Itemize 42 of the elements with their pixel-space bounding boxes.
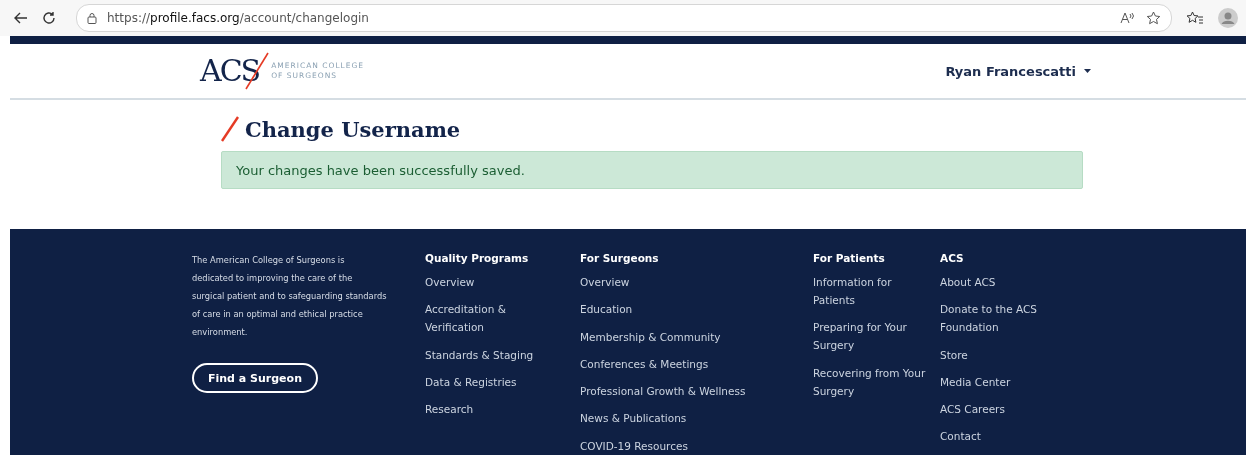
footer-link[interactable]: Media Center	[940, 372, 1080, 391]
footer-link[interactable]: Accreditation & Verification	[425, 300, 580, 337]
star-icon[interactable]	[1146, 11, 1161, 25]
footer-link[interactable]: Overview	[425, 273, 580, 291]
footer-link[interactable]: About ACS	[940, 273, 1080, 291]
page-title: Change Username	[245, 116, 461, 142]
about-text: The American College of Surgeons is dedicated to improving the care of the surgical patient and to safeguarding standards of care in an optimal and ethical practice environment.	[192, 254, 387, 339]
address-bar[interactable]: https://profile.facs.org/account/changelogin	[76, 4, 1172, 32]
footer-link[interactable]: News & Publications	[580, 409, 813, 428]
footer-link[interactable]: Donate to the ACS Foundation	[940, 300, 1080, 337]
caret-icon	[1084, 69, 1091, 73]
footer-link[interactable]: Store	[940, 345, 1080, 364]
footer-heading: For Surgeons	[580, 251, 660, 265]
logo-mark: ACS	[200, 56, 260, 86]
url-text: https://profile.facs.org/account/changelogin	[107, 11, 369, 25]
find-surgeon-button[interactable]: Find a Surgeon	[192, 363, 318, 393]
footer-link[interactable]: Contact	[940, 427, 1080, 446]
footer-link[interactable]: Membership & Community	[580, 327, 813, 346]
footer-link[interactable]: Overview	[580, 273, 813, 291]
footer-link[interactable]: Information for Patients	[813, 273, 940, 309]
lock-icon[interactable]	[87, 12, 97, 24]
profile-avatar-icon[interactable]	[1218, 8, 1238, 28]
footer-link[interactable]: Preparing for Your Surgery	[813, 318, 940, 355]
footer-link[interactable]: Data & Registries	[425, 372, 580, 391]
footer-link[interactable]: COVID-19 Resources	[580, 436, 813, 455]
footer-heading: ACS	[940, 251, 965, 265]
footer-link[interactable]: Standards & Staging	[425, 345, 580, 364]
footer-heading: Quality Programs	[425, 251, 530, 265]
read-aloud-icon[interactable]	[1120, 12, 1136, 24]
footer-heading: For Patients	[813, 251, 886, 265]
footer-link[interactable]: ACS Careers	[940, 400, 1080, 419]
success-alert: Your changes have been successfully saved.	[221, 151, 1083, 189]
favorites-icon[interactable]	[1186, 11, 1204, 25]
slash-icon	[221, 116, 239, 142]
footer-link[interactable]: Research	[425, 400, 580, 419]
footer-link[interactable]: Education	[580, 300, 813, 319]
user-menu[interactable]: Ryan Francescatti	[945, 63, 1091, 79]
footer-link[interactable]: Conferences & Meetings	[580, 354, 813, 373]
back-icon[interactable]	[14, 12, 28, 24]
footer-link[interactable]: Professional Growth & Wellness	[580, 382, 813, 401]
footer-link[interactable]: Recovering from Your Surgery	[813, 363, 940, 400]
refresh-icon[interactable]	[42, 11, 56, 25]
